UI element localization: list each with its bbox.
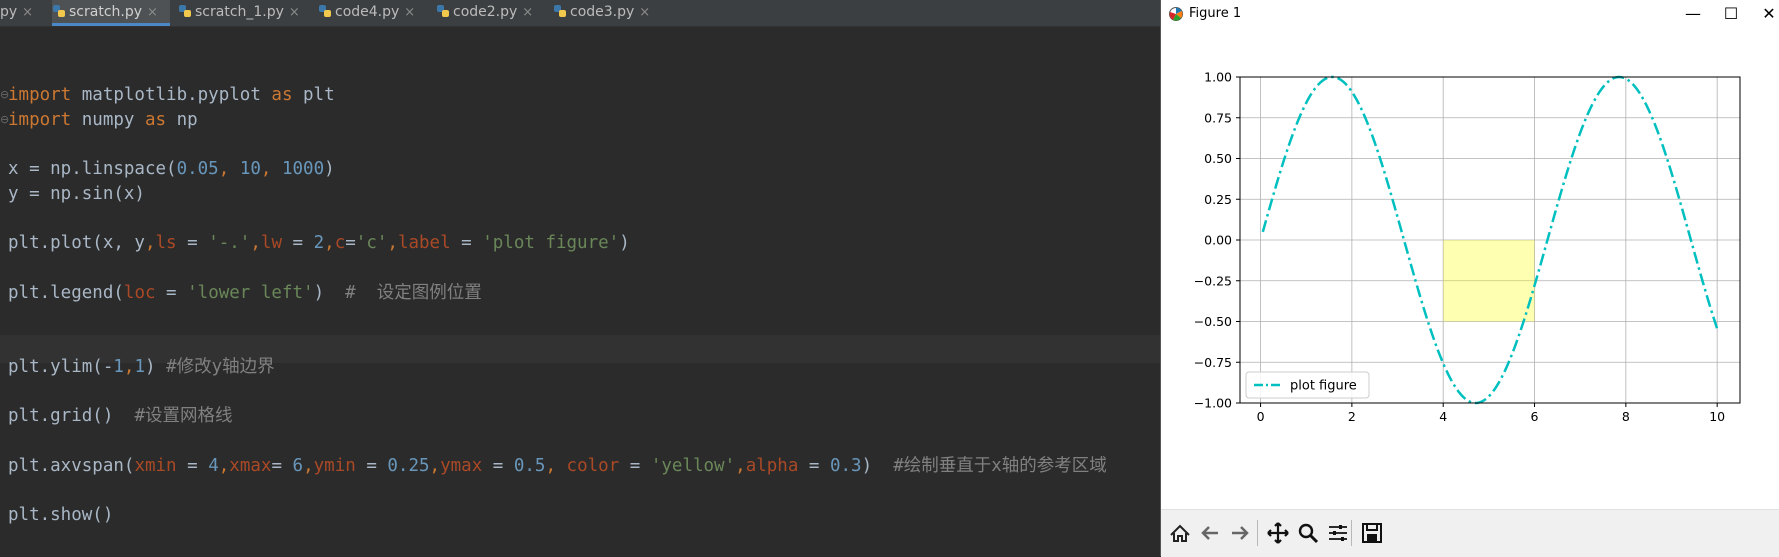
tab-code3-py[interactable]: code3.py × (553, 0, 663, 26)
code-line: plt.axvspan(xmin = 4,xmax= 6,ymin = 0.25… (8, 455, 1107, 476)
tab-close-icon[interactable]: × (639, 5, 650, 20)
line-chart: 0 2 4 6 8 10 1.00 0.75 0.50 0.25 0.00 −0.25 −0.50 −0.… (1194, 70, 1741, 424)
tab-close-icon[interactable]: × (404, 5, 415, 20)
python-file-icon (179, 5, 191, 17)
y-tick-label: −0.25 (1194, 273, 1232, 288)
y-tick-label: −1.00 (1194, 396, 1232, 411)
code-line: plt.legend(loc = 'lower left') # 设定图例位置 (8, 282, 482, 303)
x-tick-label: 2 (1348, 409, 1356, 424)
zoom-icon (1298, 523, 1319, 544)
back-button[interactable] (1195, 518, 1225, 548)
python-file-icon (554, 5, 566, 17)
code-line: y = np.sin(x) (8, 183, 145, 204)
x-tick-label: 6 (1531, 409, 1539, 424)
code-line: import numpy as np (8, 109, 198, 130)
y-tick-label: 0.75 (1204, 110, 1232, 125)
tab-close-icon[interactable]: × (22, 5, 33, 20)
window-title: Figure 1 (1189, 6, 1242, 21)
python-file-icon (437, 5, 449, 17)
window-titlebar: Figure 1 — ☐ ✕ (1161, 0, 1779, 30)
toolbar-separator (1257, 520, 1258, 546)
forward-button[interactable] (1225, 518, 1255, 548)
tab-close-icon[interactable]: × (147, 5, 158, 20)
tab-code4-py[interactable]: code4.py × (318, 0, 428, 26)
x-tick-label: 10 (1709, 409, 1725, 424)
tab-py[interactable]: py × (0, 0, 48, 26)
configure-subplots-button[interactable] (1323, 518, 1353, 548)
pan-icon (1267, 522, 1289, 544)
tab-label: scratch_1.py (195, 4, 284, 20)
tab-label: py (0, 4, 18, 20)
back-icon (1201, 526, 1218, 540)
save-icon (1362, 523, 1382, 543)
axvspan-region (1443, 240, 1535, 322)
python-file-icon (319, 5, 331, 17)
editor-tab-bar: py × scratch.py × scratch_1.py × code4.py × code… (0, 0, 1160, 27)
maximize-button[interactable]: ☐ (1717, 3, 1745, 25)
tab-label: code2.py (453, 4, 518, 20)
y-tick-label: 0.50 (1204, 151, 1232, 166)
pan-button[interactable] (1263, 518, 1293, 548)
y-tick-label: 1.00 (1204, 70, 1232, 85)
tab-code2-py[interactable]: code2.py × (436, 0, 544, 26)
configure-subplots-icon (1329, 525, 1347, 541)
matplotlib-figure-window: Figure 1 — ☐ ✕ 0 2 4 6 8 10 1.00 0.75 0.50 0.25 0.… (1160, 0, 1779, 557)
tab-label: scratch.py (69, 4, 143, 20)
code-editor-pane: py × scratch.py × scratch_1.py × code4.py × code… (0, 0, 1160, 556)
legend-label: plot figure (1290, 379, 1357, 394)
tab-close-icon[interactable]: × (522, 5, 533, 20)
tab-label: code3.py (570, 4, 635, 20)
code-line: plt.ylim(-1,1) #修改y轴边界 (8, 356, 275, 377)
y-tick-label: −0.75 (1194, 355, 1232, 370)
plot-canvas[interactable]: 0 2 4 6 8 10 1.00 0.75 0.50 0.25 0.00 −0.25 −0.50 −0.… (1161, 30, 1779, 509)
x-tick-label: 0 (1257, 409, 1265, 424)
home-icon (1170, 524, 1190, 542)
close-button[interactable]: ✕ (1755, 3, 1779, 25)
navigation-toolbar (1161, 509, 1779, 557)
zoom-button[interactable] (1293, 518, 1323, 548)
code-editor[interactable]: import matplotlib.pyplot as plt import nu… (0, 27, 1160, 556)
tab-close-icon[interactable]: × (289, 5, 300, 20)
tab-scratch-py[interactable]: scratch.py × (52, 0, 170, 26)
python-file-icon (53, 5, 65, 17)
toolbar-separator (1351, 520, 1352, 546)
home-button[interactable] (1165, 518, 1195, 548)
code-line: plt.show() (8, 504, 114, 525)
minimize-button[interactable]: — (1679, 3, 1707, 25)
matplotlib-logo-icon (1169, 7, 1183, 21)
forward-icon (1232, 526, 1249, 540)
tab-label: code4.py (335, 4, 400, 20)
y-tick-label: −0.50 (1194, 314, 1232, 329)
fold-marker-icon[interactable]: ⊖ (0, 88, 9, 102)
y-tick-label: 0.00 (1204, 233, 1232, 248)
fold-marker-icon[interactable]: ⊖ (0, 113, 9, 127)
code-line: plt.grid() #设置网格线 (8, 406, 233, 427)
tab-scratch-1-py[interactable]: scratch_1.py × (178, 0, 310, 26)
code-line: plt.plot(x, y,ls = '-.',lw = 2,c='c',lab… (8, 233, 630, 254)
x-tick-label: 8 (1622, 409, 1630, 424)
y-tick-label: 0.25 (1204, 192, 1232, 207)
save-button[interactable] (1357, 518, 1387, 548)
x-tick-label: 4 (1439, 409, 1447, 424)
